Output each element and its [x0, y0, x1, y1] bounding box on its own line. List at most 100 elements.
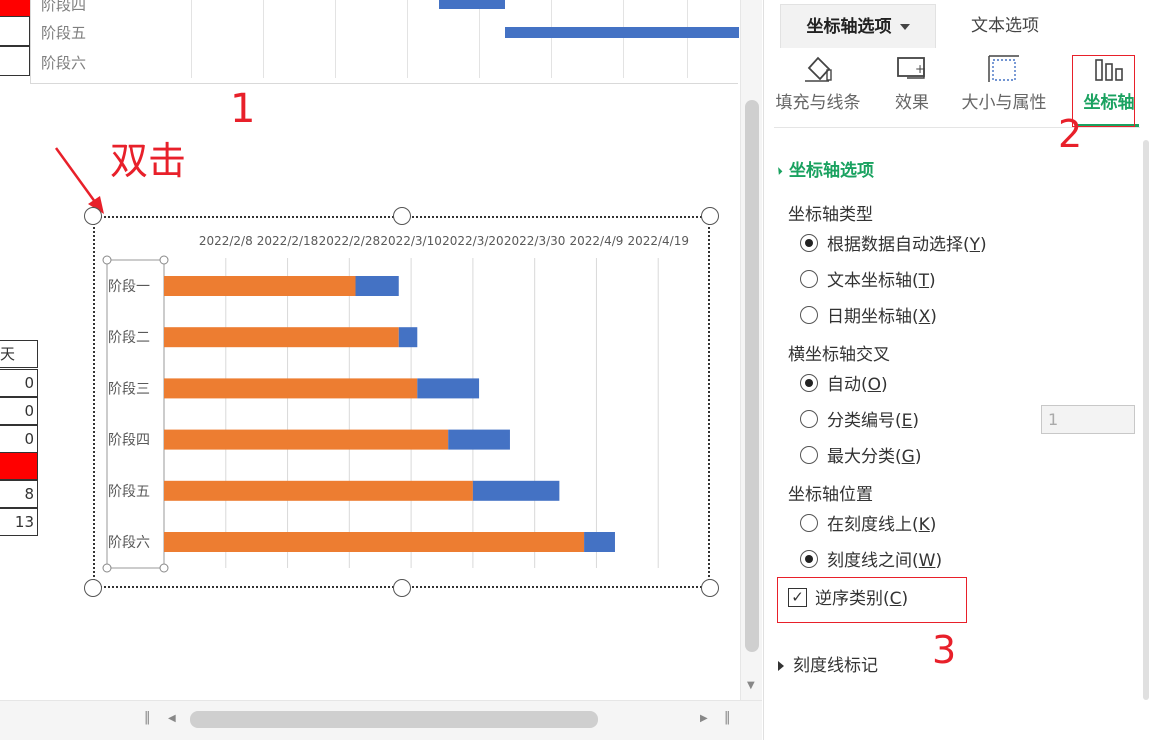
axis-handle: [159, 563, 169, 573]
axis-position-label: 坐标轴位置: [788, 485, 873, 505]
bar-remaining: [355, 276, 399, 296]
axis-handle: [102, 563, 112, 573]
shortcut-key: O: [867, 375, 882, 395]
svg-text:+: +: [915, 62, 925, 76]
category-label: 阶段一: [108, 279, 150, 295]
shortcut-key: E: [901, 411, 913, 431]
shortcut-key: G: [901, 447, 915, 467]
radio-cross-auto[interactable]: 自动(O): [800, 373, 888, 397]
annotation-highlight-box: [777, 577, 967, 623]
x-tick-label: 2022/2/18: [257, 234, 319, 248]
tick-marks-label: 刻度线标记: [793, 656, 878, 676]
cross-label: 横坐标轴交叉: [788, 345, 890, 365]
radio-icon[interactable]: [800, 270, 818, 288]
shortcut-key: X: [918, 307, 931, 327]
radio-selected-icon[interactable]: [800, 234, 818, 252]
x-tick-label: 2022/4/19: [627, 234, 689, 248]
spreadsheet-area[interactable]: 阶段四 阶段五 阶段六 1 双击 天 0 0 0 8 13 2022/2/8 20…: [0, 0, 740, 700]
scroll-down-icon[interactable]: ▼: [747, 680, 755, 691]
radio-label: 日期坐标轴(: [827, 307, 919, 327]
radio-icon[interactable]: [800, 306, 818, 324]
x-tick-label: 2022/3/30: [504, 234, 566, 248]
category-label: 阶段六: [108, 535, 150, 551]
shortcut-key: T: [918, 271, 930, 291]
bar-elapsed: [164, 378, 418, 399]
expand-triangle-icon: [778, 661, 784, 671]
radio-selected-icon[interactable]: [800, 550, 818, 568]
x-tick-label: 2022/3/20: [442, 234, 504, 248]
tick-marks-section-header[interactable]: 刻度线标记: [778, 651, 878, 676]
tab-axis-options[interactable]: 坐标轴选项: [780, 4, 936, 48]
section-title-label: 坐标轴选项: [789, 161, 874, 181]
collapse-triangle-icon: [774, 167, 783, 175]
panel-scrollbar[interactable]: [1143, 140, 1149, 700]
radio-icon[interactable]: [800, 514, 818, 532]
tab-axis-options-label: 坐标轴选项: [806, 17, 892, 37]
scroll-left-icon[interactable]: ◀: [168, 713, 176, 724]
horizontal-scrollbar[interactable]: ‖ ◀ ▶ ‖: [0, 700, 762, 740]
radio-date-axis[interactable]: 日期坐标轴(X): [800, 305, 937, 329]
annotation-number-3: 3: [932, 628, 957, 672]
chevron-down-icon[interactable]: [899, 24, 910, 30]
radio-auto-select[interactable]: 根据数据自动选择(Y): [800, 233, 987, 257]
size-properties-button[interactable]: 大小与属性: [954, 54, 1054, 124]
axis-options-section-header[interactable]: 坐标轴选项: [774, 156, 874, 181]
bar-remaining: [398, 327, 418, 348]
gantt-chart[interactable]: 2022/2/8 2022/2/18 2022/2/28 2022/3/10 2022/…: [0, 0, 740, 700]
effects-button[interactable]: + 效果: [882, 54, 942, 124]
category-number-input[interactable]: [1041, 405, 1135, 434]
size-properties-icon: [988, 55, 1019, 82]
split-handle-icon[interactable]: ‖: [144, 710, 151, 725]
x-tick-label: 2022/3/10: [380, 234, 442, 248]
category-label: 阶段五: [108, 484, 150, 500]
bar-remaining: [472, 480, 560, 501]
radio-cross-category-number[interactable]: 分类编号(E): [800, 409, 919, 433]
vertical-scrollbar[interactable]: ▼: [740, 0, 762, 700]
shortcut-key: Y: [969, 235, 981, 255]
radio-icon[interactable]: [800, 446, 818, 464]
fill-line-label: 填充与线条: [775, 93, 861, 113]
vertical-scroll-thumb[interactable]: [745, 100, 759, 652]
scroll-right-icon[interactable]: ▶: [700, 713, 708, 724]
radio-label: 自动(: [827, 375, 868, 395]
format-axis-panel: 坐标轴选项 文本选项 填充与线条 + 效果 大小与属性 坐标轴 2 坐标轴选项 …: [763, 0, 1150, 740]
radio-icon[interactable]: [800, 410, 818, 428]
shortcut-key: K: [918, 515, 930, 535]
radio-label: 最大分类(: [827, 447, 902, 467]
divider: [774, 127, 1140, 128]
category-label: 阶段三: [108, 381, 150, 397]
bar-elapsed: [164, 276, 356, 296]
axis-type-label: 坐标轴类型: [788, 205, 873, 225]
radio-text-axis[interactable]: 文本坐标轴(T): [800, 269, 936, 293]
split-handle-icon[interactable]: ‖: [724, 710, 731, 725]
horizontal-scroll-thumb[interactable]: [190, 711, 598, 728]
bar-remaining: [584, 532, 615, 552]
bar-elapsed: [164, 532, 585, 552]
radio-cross-max-category[interactable]: 最大分类(G): [800, 445, 921, 469]
bar-remaining: [417, 378, 480, 399]
category-axis-selection: [106, 259, 165, 569]
fill-line-button[interactable]: 填充与线条: [770, 54, 866, 124]
bar-remaining: [448, 429, 510, 450]
x-tick-label: 2022/2/28: [319, 234, 381, 248]
size-properties-label: 大小与属性: [961, 93, 1047, 113]
fill-bucket-icon: [805, 56, 832, 82]
axis-handle: [102, 255, 112, 265]
radio-between-tick-marks[interactable]: 刻度线之间(W): [800, 549, 942, 573]
axis-handle: [159, 255, 169, 265]
category-label: 阶段二: [108, 330, 150, 346]
radio-label: 在刻度线上(: [827, 515, 919, 535]
bar-elapsed: [164, 429, 449, 450]
bar-elapsed: [164, 327, 399, 348]
shortcut-key: W: [918, 551, 936, 571]
x-tick-label: 2022/4/9: [569, 234, 623, 248]
radio-on-tick-marks[interactable]: 在刻度线上(K): [800, 513, 936, 537]
annotation-number-2: 2: [1058, 112, 1083, 156]
radio-label: 文本坐标轴(: [827, 271, 919, 291]
radio-label: 刻度线之间(: [827, 551, 919, 571]
category-label: 阶段四: [108, 433, 150, 449]
tab-text-options[interactable]: 文本选项: [954, 4, 1056, 48]
radio-selected-icon[interactable]: [800, 374, 818, 392]
x-tick-label: 2022/2/8: [199, 234, 253, 248]
radio-label: 根据数据自动选择(: [827, 235, 970, 255]
